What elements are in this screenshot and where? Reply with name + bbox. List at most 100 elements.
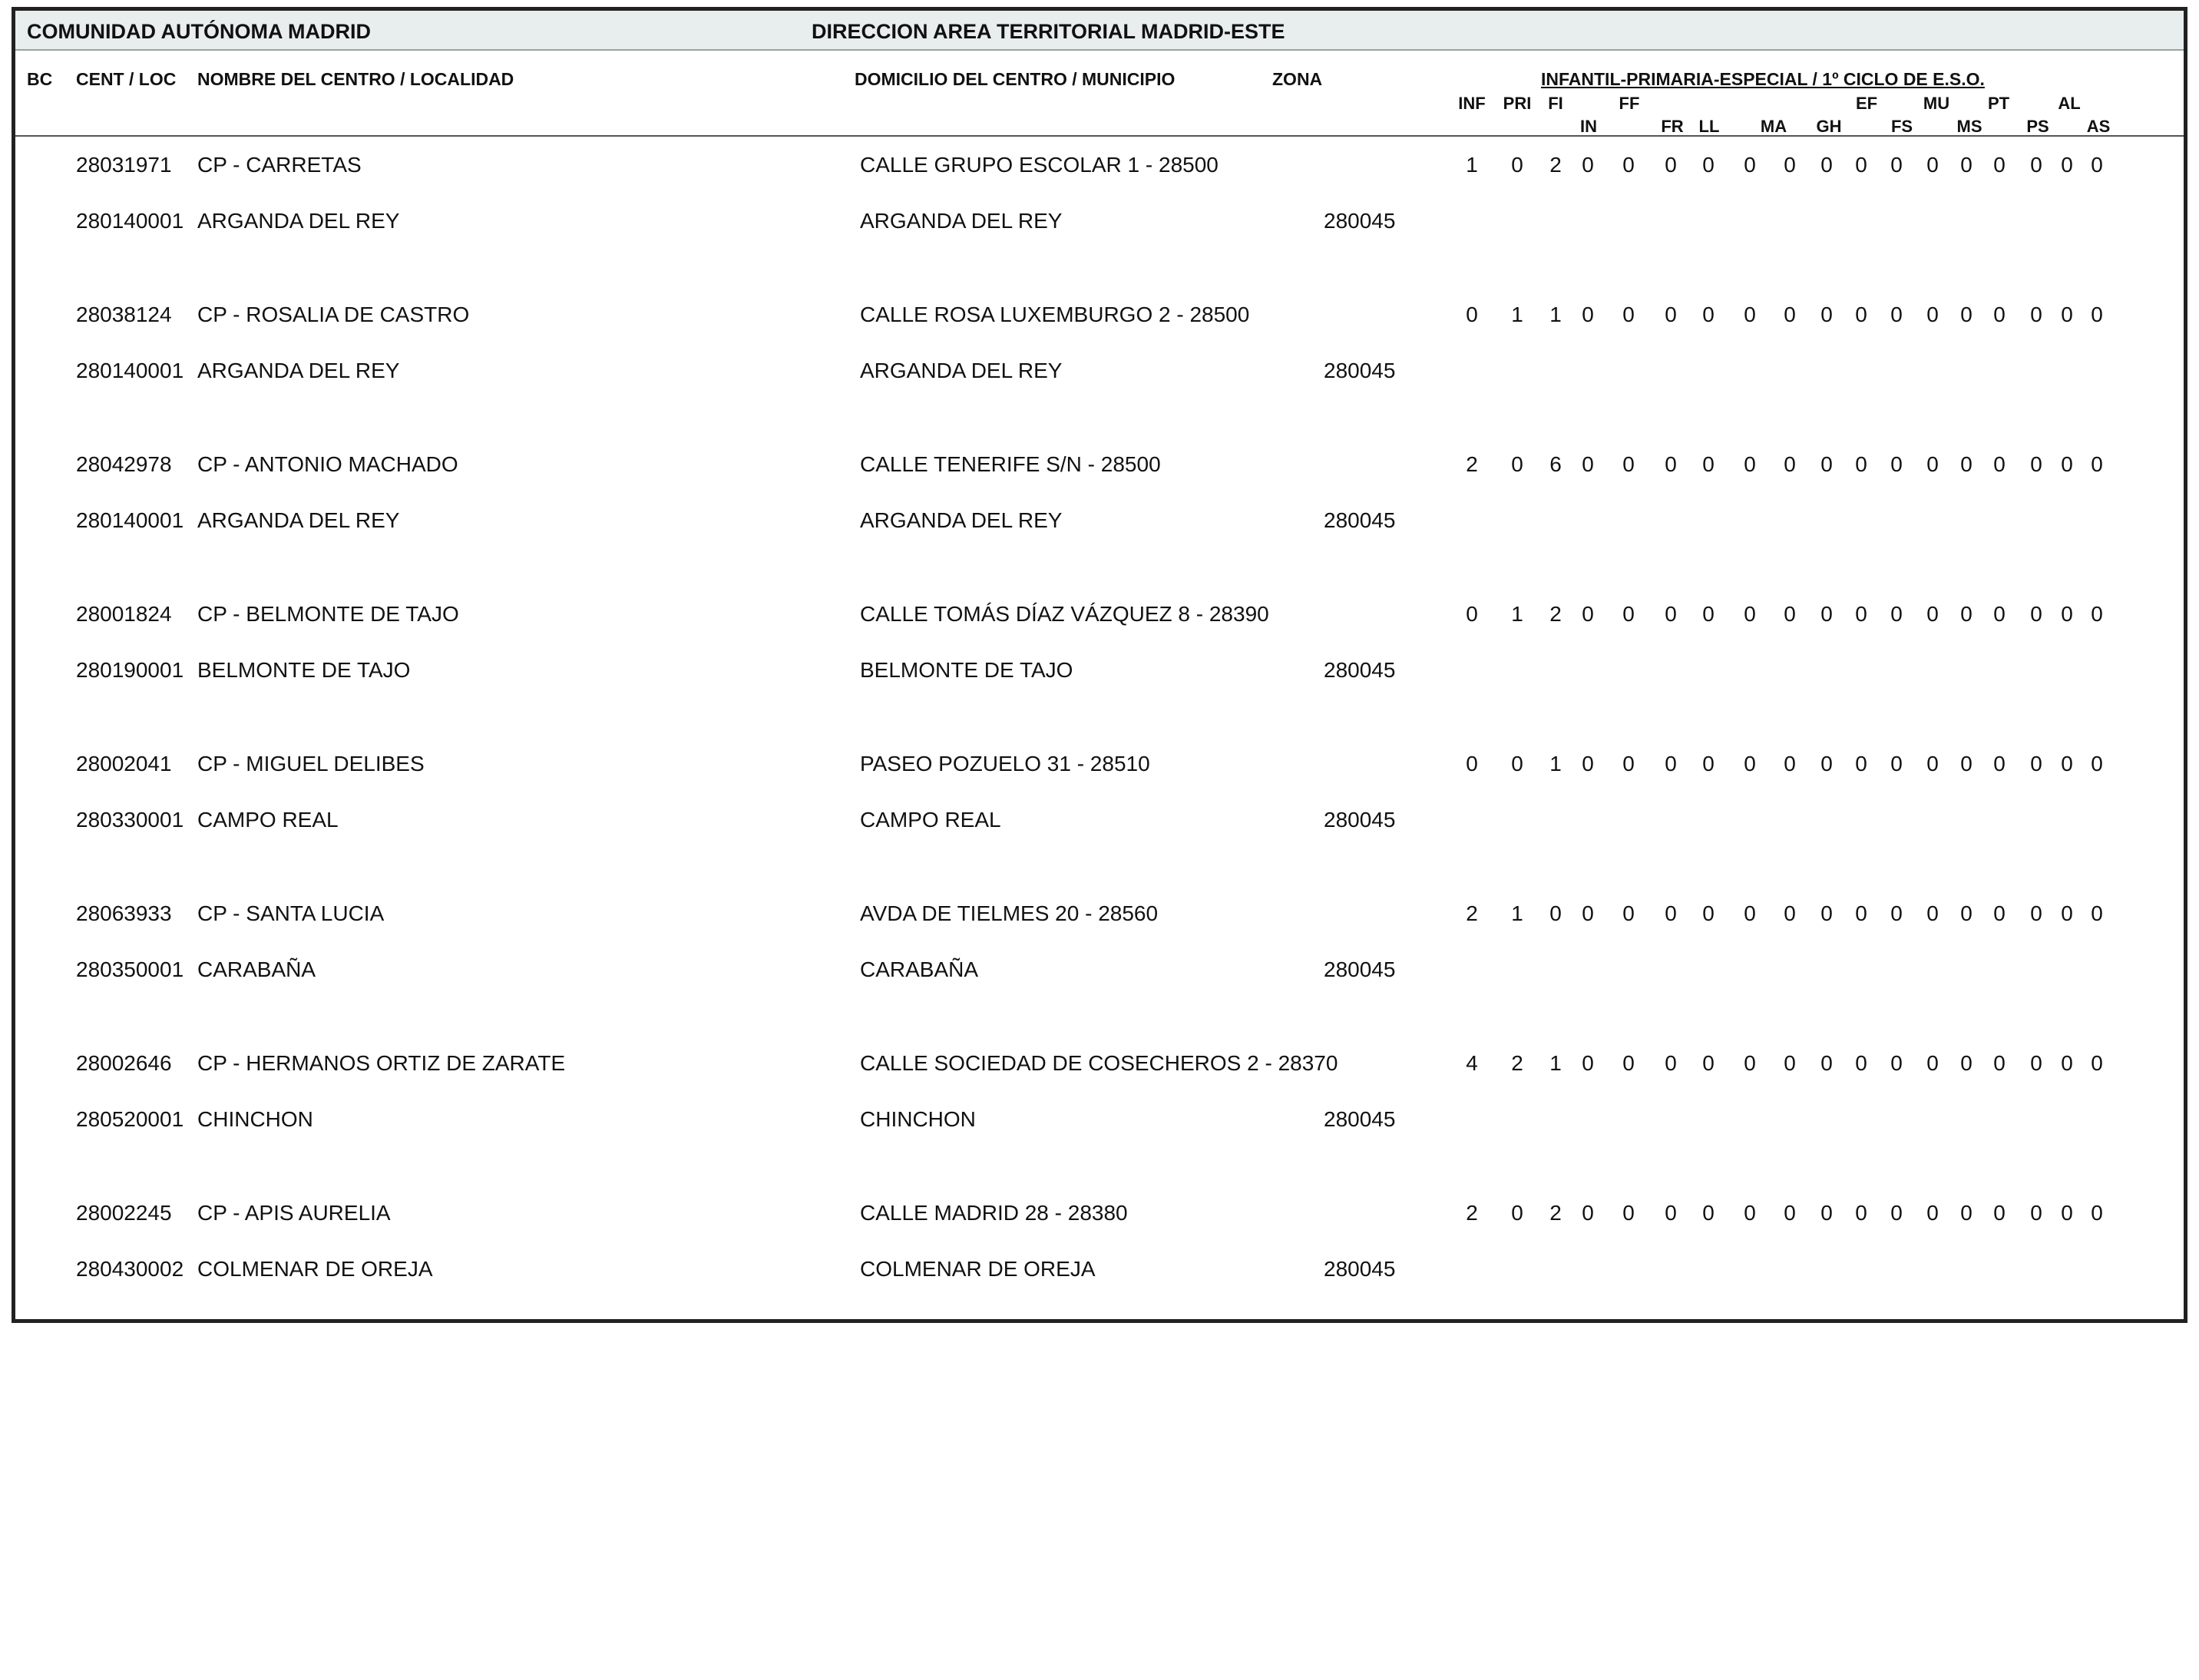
column-header-bc: BC — [27, 69, 53, 89]
vacancy-value: 0 — [1926, 1201, 1939, 1225]
zona-code: 280045 — [1324, 957, 1396, 981]
center-name: CP - APIS AURELIA — [197, 1201, 391, 1225]
municipality-name: CAMPO REAL — [860, 808, 1001, 832]
vacancy-value: 0 — [1820, 153, 1833, 177]
municipality-name: BELMONTE DE TAJO — [860, 658, 1073, 682]
vacancy-value: 0 — [2030, 1201, 2042, 1225]
center-code: 28031971 — [76, 153, 172, 177]
vacancy-value: 0 — [1665, 1201, 1677, 1225]
center-address: AVDA DE TIELMES 20 - 28560 — [860, 901, 1159, 925]
locality-name: ARGANDA DEL REY — [197, 508, 400, 532]
vacancy-value: 0 — [1665, 901, 1677, 925]
vacancy-value: 0 — [2061, 602, 2073, 626]
vacancy-value: 0 — [2061, 452, 2073, 476]
zona-code: 280045 — [1324, 359, 1396, 382]
vacancy-value: 0 — [1784, 452, 1796, 476]
vacancy-value: 0 — [1820, 303, 1833, 326]
municipality-name: CHINCHON — [860, 1107, 976, 1131]
zona-code: 280045 — [1324, 658, 1396, 682]
center-code: 28002245 — [76, 1201, 172, 1225]
vacancy-value: 0 — [1702, 602, 1715, 626]
subject-code-ef: EF — [1855, 94, 1878, 113]
vacancy-value: 0 — [1960, 153, 1972, 177]
center-row: 28002646 CP - HERMANOS ORTIZ DE ZARATE CAL… — [15, 1051, 2184, 1082]
vacancy-value: 0 — [1582, 1051, 1594, 1075]
vacancy-value: 0 — [1702, 901, 1715, 925]
locality-code: 280140001 — [76, 508, 184, 532]
vacancy-value: 0 — [2061, 752, 2073, 776]
vacancy-value: 0 — [1926, 602, 1939, 626]
vacancy-value: 0 — [1622, 452, 1635, 476]
vacancy-value: 0 — [2091, 1201, 2103, 1225]
vacancy-value: 0 — [2091, 752, 2103, 776]
center-address: CALLE MADRID 28 - 28380 — [860, 1201, 1128, 1225]
center-name: CP - SANTA LUCIA — [197, 901, 385, 925]
vacancy-value: 0 — [1855, 303, 1867, 326]
subject-code-ps: PS — [2026, 117, 2049, 136]
vacancy-value: 0 — [1582, 602, 1594, 626]
vacancy-value: 0 — [2030, 303, 2042, 326]
center-code: 28038124 — [76, 303, 172, 326]
vacancy-value: 0 — [1511, 752, 1523, 776]
vacancy-value: 0 — [1622, 153, 1635, 177]
locality-code: 280350001 — [76, 957, 184, 981]
subject-code-ll: LL — [1698, 117, 1720, 136]
vacancy-value: 0 — [1784, 602, 1796, 626]
vacancy-value: 0 — [2091, 602, 2103, 626]
vacancy-value: 0 — [1993, 452, 2006, 476]
vacancy-value: 0 — [1511, 1201, 1523, 1225]
center-code: 28002646 — [76, 1051, 172, 1075]
subject-code-ms: MS — [1956, 117, 1982, 136]
vacancy-value: 0 — [1993, 602, 2006, 626]
column-header-domicilio: DOMICILIO DEL CENTRO / MUNICIPIO — [855, 69, 1176, 89]
center-row: 28063933 CP - SANTA LUCIA AVDA DE TIELMES … — [15, 901, 2184, 932]
title-bar: COMUNIDAD AUTÓNOMA MADRID DIRECCION AREA… — [15, 11, 2184, 51]
vacancy-value: 2 — [1549, 153, 1562, 177]
vacancy-value: 0 — [2061, 153, 2073, 177]
vacancy-value: 0 — [1744, 901, 1756, 925]
vacancy-value: 2 — [1466, 1201, 1478, 1225]
locality-name: ARGANDA DEL REY — [197, 209, 400, 233]
vacancy-value: 1 — [1549, 752, 1562, 776]
vacancy-value: 0 — [1665, 153, 1677, 177]
vacancy-value: 0 — [1511, 452, 1523, 476]
locality-code: 280430002 — [76, 1257, 184, 1281]
vacancy-value: 2 — [1466, 901, 1478, 925]
vacancy-value: 0 — [1466, 752, 1478, 776]
vacancy-value: 0 — [1511, 153, 1523, 177]
vacancy-value: 0 — [1744, 303, 1756, 326]
center-row: 28031971 CP - CARRETAS CALLE GRUPO ESCOLAR… — [15, 153, 2184, 184]
subject-code-in: IN — [1580, 117, 1597, 136]
vacancy-value: 0 — [1549, 901, 1562, 925]
vacancy-value: 0 — [1784, 901, 1796, 925]
vacancy-value: 0 — [1665, 602, 1677, 626]
vacancy-value: 1 — [1466, 153, 1478, 177]
vacancy-value: 0 — [2061, 1051, 2073, 1075]
municipality-name: COLMENAR DE OREJA — [860, 1257, 1096, 1281]
center-name: CP - BELMONTE DE TAJO — [197, 602, 459, 626]
center-row: 28038124 CP - ROSALIA DE CASTRO CALLE ROSA… — [15, 303, 2184, 333]
vacancy-value: 0 — [1993, 1051, 2006, 1075]
center-code: 28063933 — [76, 901, 172, 925]
vacancy-value: 0 — [1744, 1201, 1756, 1225]
vacancy-value: 0 — [1582, 452, 1594, 476]
center-address: PASEO POZUELO 31 - 28510 — [860, 752, 1150, 776]
locality-row: 280430002 COLMENAR DE OREJA COLMENAR DE OR… — [15, 1257, 2184, 1288]
center-address: CALLE TOMÁS DÍAZ VÁZQUEZ 8 - 28390 — [860, 602, 1269, 626]
zona-code: 280045 — [1324, 1257, 1396, 1281]
vacancy-value: 0 — [1820, 602, 1833, 626]
subject-code-pri: PRI — [1503, 94, 1532, 113]
center-name: CP - ROSALIA DE CASTRO — [197, 303, 470, 326]
vacancy-value: 0 — [1890, 901, 1903, 925]
vacancy-value: 0 — [1622, 602, 1635, 626]
vacancy-value: 0 — [1855, 602, 1867, 626]
zona-code: 280045 — [1324, 209, 1396, 233]
vacancy-value: 0 — [1784, 153, 1796, 177]
vacancy-value: 0 — [1926, 303, 1939, 326]
vacancy-value: 0 — [1702, 1051, 1715, 1075]
locality-code: 280140001 — [76, 359, 184, 382]
locality-row: 280190001 BELMONTE DE TAJO BELMONTE DE TAJ… — [15, 658, 2184, 689]
vacancy-value: 0 — [1890, 1051, 1903, 1075]
subject-code-pt: PT — [1987, 94, 2010, 113]
vacancy-value: 0 — [2061, 303, 2073, 326]
